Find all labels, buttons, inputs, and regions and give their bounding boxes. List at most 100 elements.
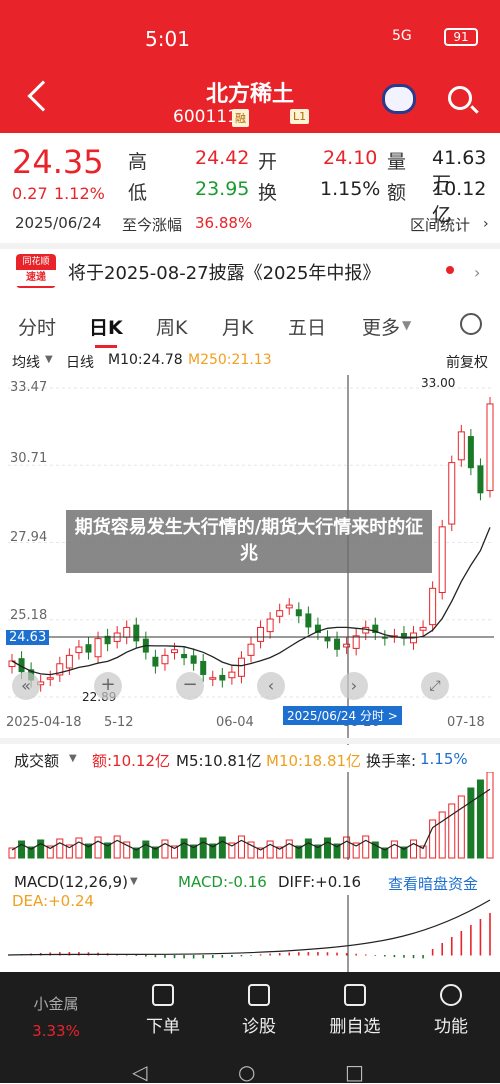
volume-bar — [323, 837, 331, 859]
volume-bar — [218, 836, 226, 859]
sector-change: 3.33% — [32, 1022, 80, 1040]
macd-bar — [298, 952, 300, 956]
macd-bar — [202, 955, 204, 959]
nav-recents-icon[interactable]: □ — [345, 1060, 364, 1084]
macd-bar — [364, 954, 367, 956]
candle-body — [46, 677, 54, 680]
volume-bar — [438, 811, 446, 859]
cursor-date-label[interactable]: 2025/06/24 分时 > — [283, 706, 402, 725]
stock-name: 北方稀土 — [205, 82, 294, 107]
tab-intraday[interactable]: 分时 — [18, 313, 56, 340]
macd-bar — [403, 955, 405, 958]
dropdown-arrow-icon: ▼ — [402, 318, 412, 332]
scroll-left-icon[interactable]: ‹ — [257, 672, 285, 700]
fullscreen-icon[interactable]: ⤢ — [421, 672, 449, 700]
candle-body — [85, 644, 92, 653]
divider — [0, 243, 500, 249]
tab-daily-k[interactable]: 日K — [89, 313, 123, 348]
turnover-rate-value: 1.15% — [420, 750, 468, 768]
candle-body — [334, 638, 341, 650]
candle-body — [457, 431, 465, 461]
order-icon — [152, 984, 174, 1006]
volume-indicator-select[interactable]: 成交额 — [14, 750, 59, 771]
sector-name[interactable]: 小金属 — [16, 993, 96, 1014]
diagnose-icon — [248, 984, 270, 1006]
macd-bar — [183, 955, 185, 959]
volume-bar — [94, 836, 102, 859]
macd-bar — [164, 955, 166, 958]
macd-bar — [431, 949, 434, 956]
candle-body — [237, 657, 245, 677]
macd-bar — [393, 955, 396, 958]
tab-five-day[interactable]: 五日 — [288, 313, 326, 340]
turnover-label: 换 — [258, 182, 278, 204]
macd-bar — [479, 919, 482, 956]
x-tick: 06-04 — [216, 715, 254, 730]
macd-bar — [336, 952, 338, 956]
macd-indicator-select[interactable]: MACD(12,26,9) — [14, 873, 128, 891]
nav-back-icon[interactable]: ◁ — [132, 1060, 147, 1084]
chevron-right-icon: › — [474, 263, 481, 282]
chevron-right-icon: › — [483, 216, 489, 232]
volume-m5: M5:10.81亿 — [176, 752, 262, 770]
candle-body — [429, 587, 437, 626]
order-button[interactable]: 下单 — [123, 1012, 203, 1037]
candle-body — [190, 655, 197, 664]
volume-bar — [56, 838, 64, 859]
candle-body — [448, 462, 456, 525]
zoom-in-icon[interactable]: + — [94, 672, 122, 700]
volume-bar — [467, 787, 475, 859]
tab-more[interactable]: 更多 — [362, 313, 400, 340]
assistant-robot-icon[interactable] — [382, 84, 416, 114]
more-functions-icon — [440, 984, 462, 1006]
candle-body — [152, 656, 159, 667]
quote-date: 2025/06/24 — [15, 214, 102, 232]
open-label: 开 — [258, 151, 278, 173]
candle-body — [161, 654, 169, 665]
macd-bar — [422, 955, 424, 959]
search-icon[interactable] — [448, 86, 472, 110]
macd-bar — [317, 952, 319, 956]
nav-home-icon[interactable]: ○ — [238, 1060, 255, 1084]
battery-icon: 91 — [444, 28, 478, 46]
notice-text[interactable]: 将于2025-08-27披露《2025年中报》 — [68, 259, 380, 285]
amount-label: 额 — [387, 182, 407, 204]
macd-bar — [326, 952, 329, 956]
volume-bar — [113, 835, 121, 859]
volume-bar — [486, 772, 494, 859]
macd-chart — [7, 895, 491, 972]
tab-weekly-k[interactable]: 周K — [156, 313, 187, 340]
settings-icon[interactable] — [460, 313, 482, 335]
collapse-icon[interactable]: « — [12, 672, 40, 700]
candle-body — [343, 643, 351, 648]
volume-bar — [476, 779, 484, 859]
macd-bar — [278, 953, 281, 956]
low-value: 23.95 — [195, 178, 250, 200]
range-stats-button[interactable]: 区间统计 — [410, 214, 470, 235]
candle-body — [247, 643, 255, 656]
zoom-out-icon[interactable]: − — [176, 672, 204, 700]
turnover-rate-label: 换手率: — [366, 752, 417, 770]
functions-button[interactable]: 功能 — [411, 1012, 491, 1037]
scroll-right-icon[interactable]: › — [340, 672, 368, 700]
candle-body — [171, 649, 179, 654]
volume-bar — [285, 839, 293, 859]
tab-monthly-k[interactable]: 月K — [222, 313, 253, 340]
macd-bar — [240, 955, 243, 957]
candle-body — [257, 626, 265, 642]
dark-pool-link[interactable]: 查看暗盘资金 — [388, 873, 478, 894]
volume-bar — [199, 837, 207, 859]
macd-bar — [288, 952, 291, 956]
macd-bar — [307, 952, 310, 956]
diagnose-button[interactable]: 诊股 — [219, 1012, 299, 1037]
volume-bar — [142, 840, 150, 859]
y-tick: 30.71 — [10, 451, 48, 466]
macd-bar — [269, 953, 271, 956]
x-tick: 5-12 — [104, 715, 134, 730]
candle-body — [438, 526, 446, 594]
app-header: 5:01 5G 91 北方稀土 600111 融 L1 — [0, 0, 500, 133]
dropdown-arrow-icon: ▼ — [69, 753, 77, 764]
y-tick: 33.47 — [10, 380, 48, 395]
remove-watchlist-button[interactable]: 删自选 — [315, 1012, 395, 1037]
candle-body — [65, 654, 73, 669]
